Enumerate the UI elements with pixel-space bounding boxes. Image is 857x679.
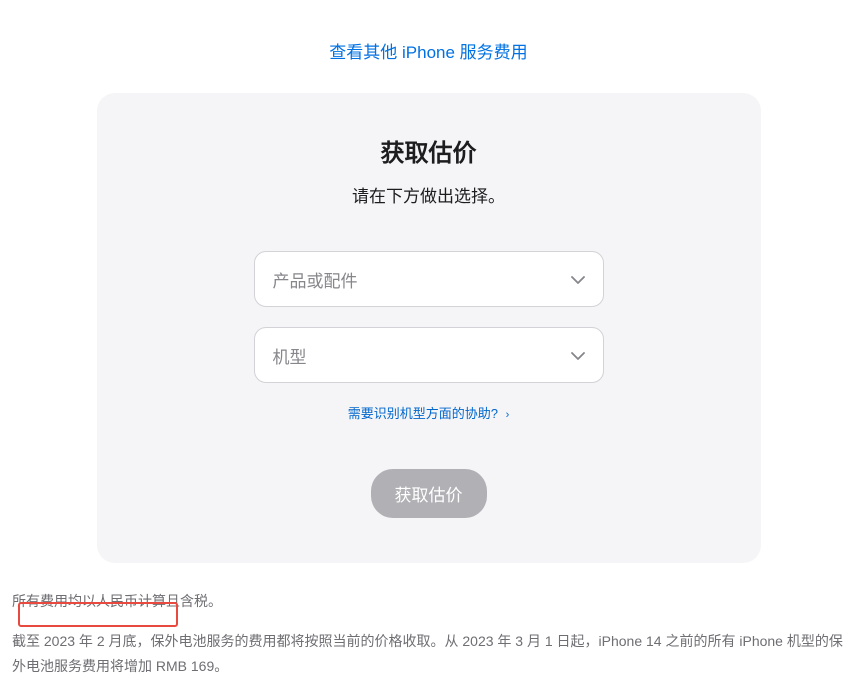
product-select[interactable]: 产品或配件 — [254, 251, 604, 307]
chevron-down-icon — [571, 347, 585, 363]
estimate-card: 获取估价 请在下方做出选择。 产品或配件 机型 需要识别机型方面的协助? › — [97, 93, 761, 563]
footer-price-notice: 截至 2023 年 2 月底，保外电池服务的费用都将按照当前的价格收取。从 20… — [12, 629, 845, 679]
help-link-row: 需要识别机型方面的协助? › — [147, 403, 711, 423]
get-estimate-button[interactable]: 获取估价 — [371, 469, 487, 518]
select-row-model: 机型 — [147, 327, 711, 383]
button-row: 获取估价 — [147, 469, 711, 518]
select-placeholder-product: 产品或配件 — [273, 267, 571, 292]
identify-model-help-link[interactable]: 需要识别机型方面的协助? › — [348, 406, 510, 421]
select-row-product: 产品或配件 — [147, 251, 711, 307]
select-placeholder-model: 机型 — [273, 343, 571, 368]
model-select[interactable]: 机型 — [254, 327, 604, 383]
card-subtitle: 请在下方做出选择。 — [147, 182, 711, 207]
card-title: 获取估价 — [147, 133, 711, 168]
chevron-right-icon: › — [506, 409, 510, 421]
footer-text: 所有费用均以人民币计算且含税。 截至 2023 年 2 月底，保外电池服务的费用… — [0, 563, 857, 679]
footer-tax-note: 所有费用均以人民币计算且含税。 — [12, 591, 845, 611]
chevron-down-icon — [571, 271, 585, 287]
other-services-link[interactable]: 查看其他 iPhone 服务费用 — [329, 43, 527, 62]
top-link-row: 查看其他 iPhone 服务费用 — [0, 0, 857, 93]
help-link-text: 需要识别机型方面的协助? — [348, 406, 498, 421]
